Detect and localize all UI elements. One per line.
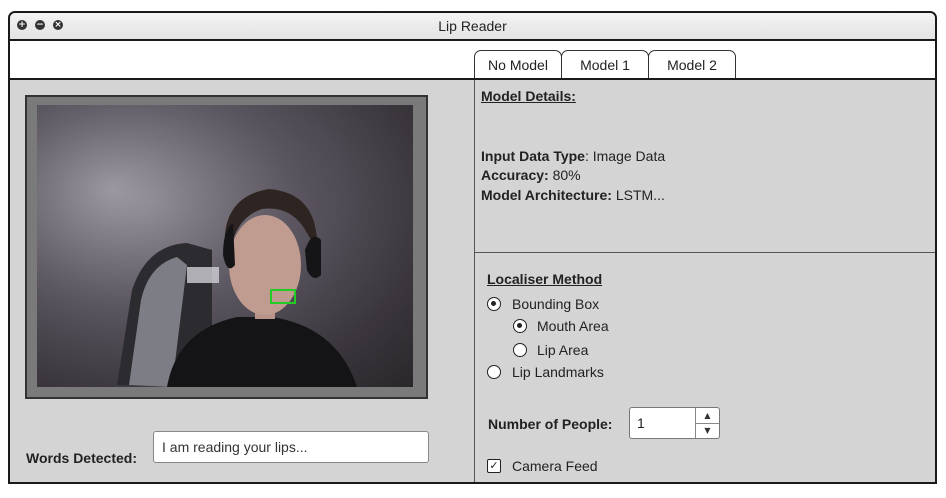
number-of-people-value[interactable]: 1 [637,415,645,431]
lip-area-label[interactable]: Lip Area [537,342,588,358]
model-architecture-value: LSTM... [611,187,665,203]
model-details-heading: Model Details: [481,88,576,104]
radio-bounding-box[interactable] [487,297,501,311]
stepper-buttons: ▲ ▼ [695,408,719,438]
input-data-type-row: Input Data Type: Image Data [481,148,665,164]
chevron-up-icon[interactable]: ▲ [696,408,719,424]
accuracy-row: Accuracy: 80% [481,167,581,183]
tab-model-1[interactable]: Model 1 [561,50,649,78]
localiser-panel: Localiser Method Bounding Box Mouth Area… [474,253,935,482]
tab-model-2[interactable]: Model 2 [648,50,736,78]
camera-frame [25,95,428,399]
webcam-image [37,105,413,387]
tab-no-model[interactable]: No Model [474,50,562,78]
radio-lip-area[interactable] [513,343,527,357]
bounding-box-label[interactable]: Bounding Box [512,296,599,312]
camera-feed-checkbox[interactable]: ✓ [487,459,501,473]
app-window: + − × Lip Reader No Model Model 1 Model … [8,11,937,484]
accuracy-value: 80% [548,167,581,183]
input-data-type-value: : Image Data [584,148,666,164]
accuracy-label: Accuracy: [481,167,549,183]
camera-feed-view [37,105,413,387]
mouth-area-label[interactable]: Mouth Area [537,318,609,334]
window-title: Lip Reader [438,18,507,34]
number-of-people-label: Number of People: [488,416,613,432]
input-data-type-label: Input Data Type [481,148,585,164]
radio-mouth-area[interactable] [513,319,527,333]
model-details-panel: Model Details: Input Data Type: Image Da… [474,80,935,253]
lip-landmarks-label[interactable]: Lip Landmarks [512,364,604,380]
title-bar[interactable]: + − × Lip Reader [10,13,935,41]
camera-feed-label[interactable]: Camera Feed [512,458,598,474]
camera-panel: Words Detected: [10,80,473,482]
radio-lip-landmarks[interactable] [487,365,501,379]
localiser-method-heading: Localiser Method [487,271,603,287]
model-tab-bar: No Model Model 1 Model 2 [10,41,935,80]
model-architecture-label: Model Architecture: [481,187,612,203]
number-of-people-stepper[interactable]: 1 ▲ ▼ [629,407,720,439]
words-detected-label: Words Detected: [26,450,137,466]
chevron-down-icon[interactable]: ▼ [696,423,719,438]
words-detected-field[interactable] [153,431,429,463]
model-architecture-row: Model Architecture: LSTM... [481,187,665,203]
